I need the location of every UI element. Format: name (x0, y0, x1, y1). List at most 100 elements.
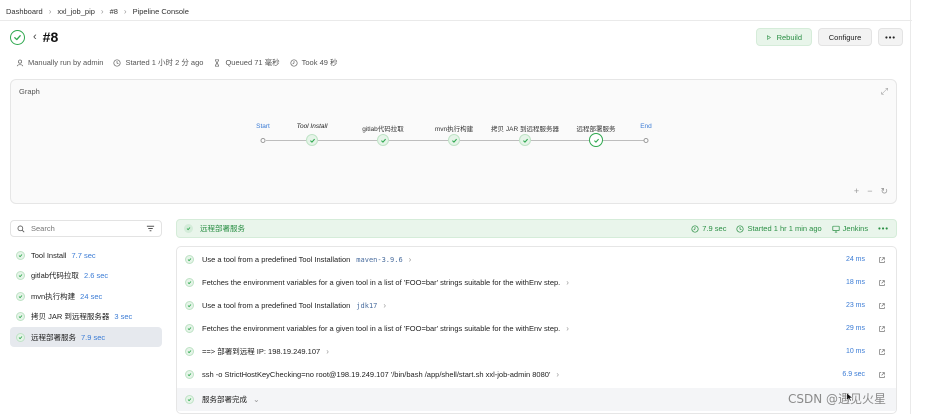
step-list: Use a tool from a predefined Tool Instal… (176, 246, 897, 414)
check-icon (16, 312, 25, 321)
chevron-left-icon[interactable]: ‹ (33, 31, 37, 43)
graph-node-mvn[interactable] (448, 134, 460, 146)
stage-list-item-selected[interactable]: 远程部署服务 7.9 sec (10, 327, 162, 347)
stage-name: 远程部署服务 (31, 332, 76, 342)
chevron-right-icon[interactable]: › (409, 255, 412, 264)
search-input[interactable] (31, 224, 146, 233)
graph-node-gitlab[interactable] (377, 134, 389, 146)
check-icon (185, 395, 194, 404)
graph-edge (318, 140, 377, 141)
more-options-button[interactable]: ••• (878, 28, 903, 46)
stage-name: 拷贝 JAR 到远程服务器 (31, 312, 110, 321)
stage-search[interactable] (10, 220, 162, 237)
step-time: 10 ms (845, 348, 865, 355)
check-icon (185, 347, 194, 356)
stage-name: Tool Install (31, 250, 67, 260)
computer-icon (832, 225, 840, 233)
stage-duration-info: 7.9 sec (691, 224, 726, 233)
breadcrumb: Dashboard › xxl_job_pip › #8 › Pipeline … (6, 4, 189, 18)
graph-stage-label: gitlab代码拉取 (362, 126, 404, 133)
step-row[interactable]: ==> 部署到远程 IP: 198.19.249.107 › 10 ms (177, 340, 896, 363)
step-time: 6.9 sec (842, 371, 865, 378)
external-link-icon[interactable] (878, 325, 886, 333)
timer-icon (290, 58, 298, 67)
step-row[interactable]: Fetches the environment variables for a … (177, 271, 896, 294)
graph-node-deploy[interactable] (589, 133, 603, 147)
graph-node-copy-jar[interactable] (519, 134, 531, 146)
trigger-text: Manually run by admin (28, 58, 104, 67)
page-title: #8 (42, 29, 59, 45)
step-text: 服务部署完成 (202, 395, 247, 404)
clock-icon (736, 224, 745, 233)
check-icon (593, 138, 599, 143)
queued-info: Queued 71 毫秒 (213, 57, 280, 68)
trigger-info: Manually run by admin (16, 58, 103, 67)
took-text: Took 49 秒 (301, 58, 338, 67)
step-row[interactable]: ssh -o StrictHostKeyChecking=no root@198… (177, 363, 896, 386)
breadcrumb-current[interactable]: Pipeline Console (133, 7, 189, 16)
external-link-icon[interactable] (878, 256, 886, 264)
page-border (910, 0, 911, 414)
check-icon (185, 370, 194, 379)
check-icon (16, 332, 25, 342)
external-link-icon[interactable] (878, 302, 886, 310)
started-info: Started 1 小时 2 分 ago (113, 57, 203, 68)
step-time: 24 ms (845, 256, 865, 263)
stage-list-item[interactable]: gitlab代码拉取 2.6 sec (10, 266, 162, 286)
queued-text: Queued 71 毫秒 (225, 58, 280, 67)
configure-button[interactable]: Configure (818, 28, 872, 46)
stage-list-item[interactable]: mvn执行构建 24 sec (10, 286, 162, 306)
stage-name: mvn执行构建 (31, 291, 76, 301)
chevron-right-icon[interactable]: › (383, 301, 386, 310)
step-row[interactable]: Use a tool from a predefined Tool Instal… (177, 294, 896, 317)
watermark: CSDN @遇见火星 (788, 392, 887, 406)
check-icon (309, 138, 315, 143)
chevron-right-icon: › (48, 6, 52, 16)
stage-started-info: Started 1 hr 1 min ago (736, 224, 822, 233)
stage-duration: 7.9 sec (81, 332, 106, 342)
breadcrumb-run[interactable]: #8 (110, 7, 118, 16)
step-time: 18 ms (845, 279, 865, 286)
run-meta: Manually run by admin Started 1 小时 2 分 a… (16, 57, 338, 68)
step-text: Use a tool from a predefined Tool Instal… (202, 301, 351, 310)
external-link-icon[interactable] (878, 348, 886, 356)
chevron-right-icon[interactable]: › (556, 370, 559, 379)
expand-icon[interactable]: ⤢ (881, 86, 888, 97)
external-link-icon[interactable] (878, 371, 886, 379)
graph-stage-label: Tool Install (296, 123, 328, 130)
chevron-right-icon[interactable]: › (326, 347, 329, 356)
step-text: ==> 部署到远程 IP: 198.19.249.107 (202, 347, 321, 356)
stage-agent-text[interactable]: Jenkins (843, 224, 868, 233)
rebuild-button[interactable]: Rebuild (756, 28, 812, 46)
graph-node-tool-install[interactable] (306, 134, 318, 146)
zoom-controls: + − ↻ (854, 186, 888, 197)
step-text: Use a tool from a predefined Tool Instal… (202, 255, 351, 264)
step-row[interactable]: Fetches the environment variables for a … (177, 317, 896, 340)
hourglass-icon (215, 58, 220, 67)
step-row[interactable]: Use a tool from a predefined Tool Instal… (177, 248, 896, 271)
step-text: ssh -o StrictHostKeyChecking=no root@198… (202, 370, 551, 379)
breadcrumb-dashboard[interactable]: Dashboard (6, 7, 43, 16)
filter-icon[interactable] (146, 224, 155, 233)
check-icon (16, 250, 25, 260)
stage-duration-text: 7.9 sec (702, 224, 727, 233)
reset-zoom-icon[interactable]: ↻ (880, 186, 888, 197)
stage-duration: 24 sec (80, 291, 103, 301)
zoom-out-icon[interactable]: − (867, 186, 872, 197)
header-divider (0, 20, 912, 21)
zoom-in-icon[interactable]: + (854, 186, 859, 197)
stage-list-item[interactable]: 拷贝 JAR 到远程服务器 3 sec (10, 307, 162, 327)
check-icon (380, 138, 386, 143)
stage-list-item[interactable]: Tool Install 7.7 sec (10, 245, 162, 265)
start-node (260, 138, 266, 143)
check-icon (16, 271, 25, 280)
chevron-down-icon[interactable]: ⌄ (253, 395, 260, 404)
user-icon (16, 59, 24, 66)
step-time: 29 ms (845, 325, 865, 332)
breadcrumb-job[interactable]: xxl_job_pip (57, 7, 95, 16)
chevron-right-icon[interactable]: › (566, 278, 569, 287)
stage-list: Tool Install 7.7 sec gitlab代码拉取 2.6 sec … (10, 245, 162, 348)
stage-more-button[interactable]: ••• (878, 224, 889, 233)
chevron-right-icon[interactable]: › (566, 324, 569, 333)
external-link-icon[interactable] (878, 279, 886, 287)
